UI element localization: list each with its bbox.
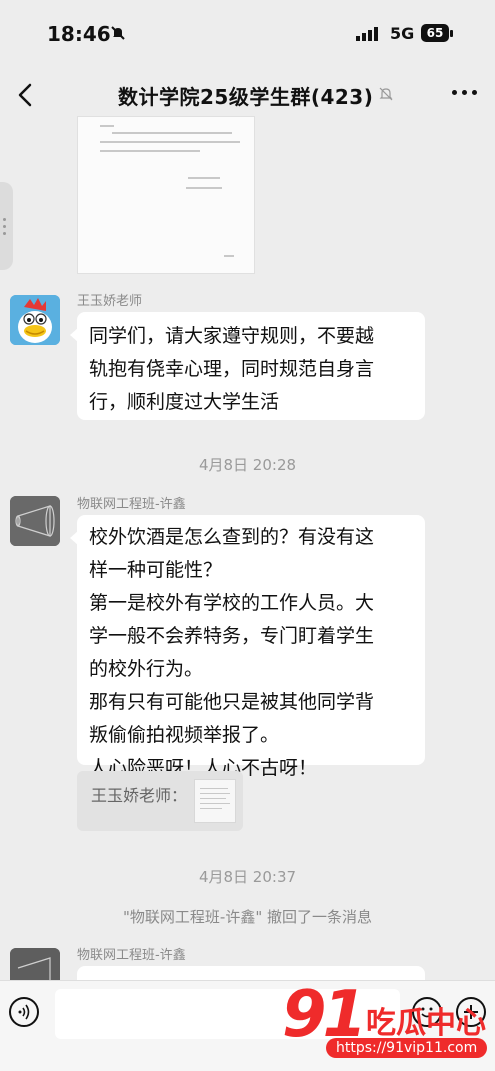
watermark-url: https://91vip11.com [326,1038,488,1058]
time-separator: 4月8日 20:28 [198,456,297,474]
more-icon[interactable] [452,90,478,100]
bird-icon [10,295,60,345]
voice-waves [18,1004,30,1020]
avatar[interactable] [10,948,60,980]
chat-title[interactable]: 数计学院25级学生群(423) [118,81,373,110]
status-bar: 18:46 5G 65 [0,0,495,70]
sender-name: 物联网工程班-许鑫 [77,948,186,963]
time-separator: 4月8日 20:37 [198,868,297,886]
avatar[interactable] [10,496,60,546]
document-image[interactable] [77,116,255,274]
bell-off-icon [379,87,393,101]
recall-notice: "物联网工程班-许鑫" 撤回了一条消息 [123,908,372,926]
watermark: 91 吃瓜中心 https://91vip11.com [270,978,495,1070]
message-bubble[interactable]: 同学们，请大家遵守规则，不要越 轨抱有侥幸心理，同时规范自身言 行，顺利度过大学… [70,312,425,420]
chat-header: 数计学院25级学生群(423) [0,70,495,120]
network-label: 5G [390,24,415,43]
mute-icon [111,26,125,40]
horn-photo-icon [10,948,60,980]
sender-name: 物联网工程班-许鑫 [77,497,186,512]
sender-name: 王玉娇老师 [77,294,143,309]
quote-image-thumbnail[interactable] [194,779,236,823]
battery-icon: 65 [421,24,449,42]
back-icon[interactable] [12,80,42,110]
watermark-brand: 吃瓜中心 [366,1006,486,1041]
side-drawer-handle[interactable] [0,182,13,270]
signal-icon [356,27,378,41]
message-bubble[interactable]: 校外饮酒是怎么查到的？有没有这 样一种可能性？ 第一是校外有学校的工作人员。大 … [70,515,425,779]
horn-photo-icon [10,496,60,546]
quote-sender: 王玉娇老师： [91,786,188,805]
battery-tip [450,30,453,37]
avatar[interactable] [10,295,60,345]
voice-icon[interactable] [9,997,39,1027]
quoted-message[interactable]: 王玉娇老师： [77,771,243,831]
status-time: 18:46 [47,22,111,46]
